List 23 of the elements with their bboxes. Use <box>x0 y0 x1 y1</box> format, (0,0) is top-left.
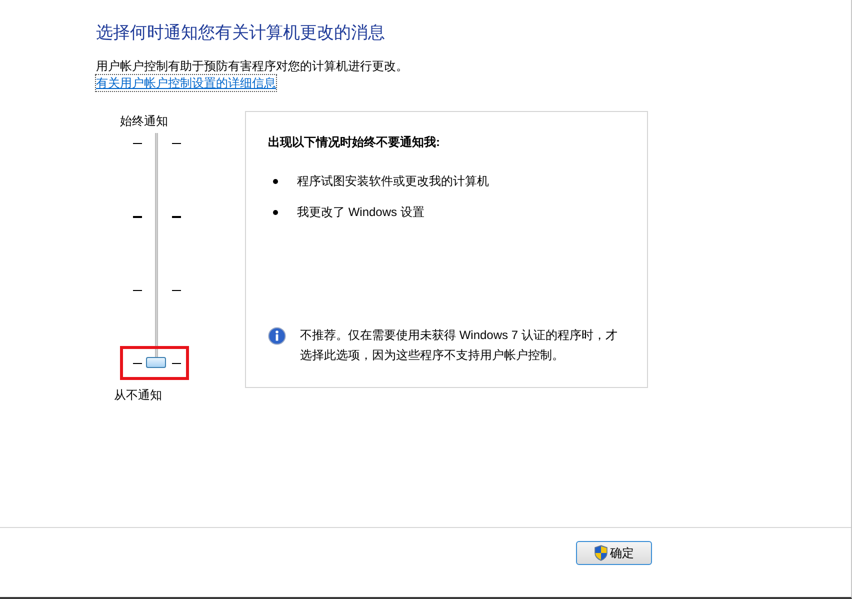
page-title: 选择何时通知您有关计算机更改的消息 <box>96 22 386 44</box>
slider-bottom-label: 从不通知 <box>114 387 162 403</box>
tick-mark <box>172 143 181 144</box>
tick-mark <box>172 216 181 218</box>
bullet-icon <box>273 210 278 214</box>
tick-mark <box>133 363 142 364</box>
slider-thumb[interactable] <box>146 357 166 368</box>
info-icon <box>268 327 286 345</box>
panel-heading: 出现以下情况时始终不要通知我: <box>268 134 440 150</box>
condition-text: 我更改了 Windows 设置 <box>297 204 424 221</box>
help-link[interactable]: 有关用户帐户控制设置的详细信息 <box>96 75 276 91</box>
shield-icon <box>594 545 608 561</box>
condition-text: 程序试图安装软件或更改我的计算机 <box>297 173 489 190</box>
tick-mark <box>133 143 142 144</box>
tick-mark <box>133 290 142 291</box>
tick-mark <box>133 216 142 218</box>
bullet-icon <box>273 178 278 184</box>
tick-mark <box>172 363 181 364</box>
description-text: 用户帐户控制有助于预防有害程序对您的计算机进行更改。 <box>96 58 408 75</box>
note-text: 不推荐。仅在需要使用未获得 Windows 7 认证的程序时，才选择此选项，因为这些程序不支持用户帐户控制。 <box>300 327 618 364</box>
slider-top-label: 始终通知 <box>120 113 168 129</box>
ok-button[interactable]: 确定 <box>576 541 652 565</box>
tick-mark <box>172 290 181 291</box>
